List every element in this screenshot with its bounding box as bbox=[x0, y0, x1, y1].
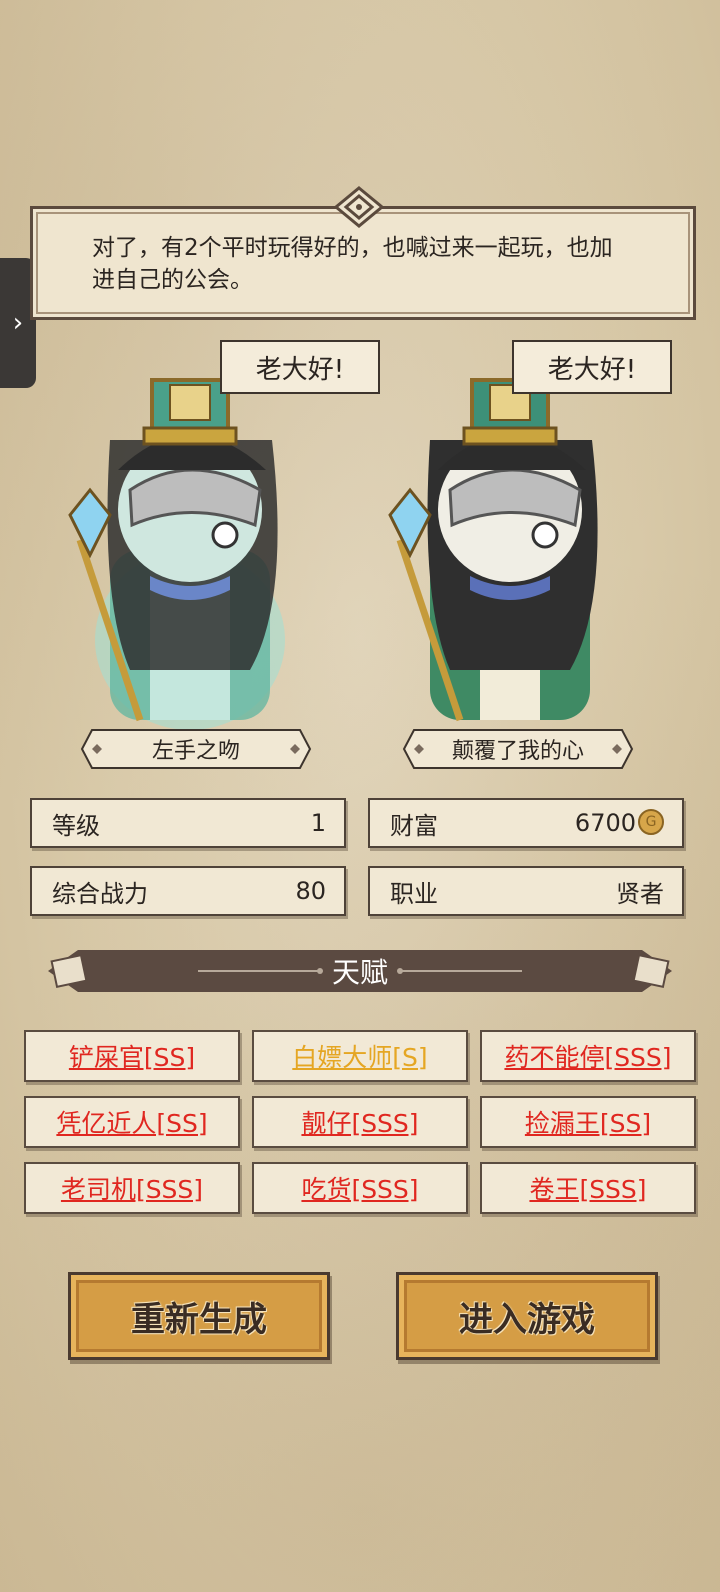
stat-level-label: 等级 bbox=[52, 811, 100, 840]
talent-item[interactable]: 铲屎官[SS] bbox=[24, 1030, 240, 1082]
talent-title: 天赋 bbox=[331, 956, 388, 989]
stat-power-label: 综合战力 bbox=[52, 879, 148, 908]
stat-power-value: 80 bbox=[295, 877, 326, 905]
talent-item[interactable]: 靓仔[SSS] bbox=[252, 1096, 468, 1148]
talent-item[interactable]: 捡漏王[SS] bbox=[480, 1096, 696, 1148]
speech-bubble-right: 老大好! bbox=[512, 340, 672, 394]
diamond-ornament-icon bbox=[333, 186, 385, 228]
stat-level: 等级 1 bbox=[30, 798, 346, 848]
talent-item[interactable]: 凭亿近人[SS] bbox=[24, 1096, 240, 1148]
enter-game-button[interactable]: 进入游戏 bbox=[396, 1272, 658, 1360]
stat-wealth-label: 财富 bbox=[390, 811, 438, 840]
stat-wealth: 财富 6700 G bbox=[368, 798, 684, 848]
dialog-text: 对了，有2个平时玩得好的，也喊过来一起玩，也加进自己的公会。 bbox=[92, 235, 613, 293]
character-name-right: 颠覆了我的心 bbox=[392, 728, 644, 770]
talent-item[interactable]: 老司机[SSS] bbox=[24, 1162, 240, 1214]
stat-job-value: 贤者 bbox=[616, 879, 664, 908]
character-right-portrait bbox=[388, 378, 598, 722]
stat-power: 综合战力 80 bbox=[30, 866, 346, 916]
chevron-right-icon: › bbox=[12, 308, 24, 338]
stat-wealth-value: 6700 bbox=[574, 809, 636, 837]
talent-item[interactable]: 白嫖大师[S] bbox=[252, 1030, 468, 1082]
character-left-portrait bbox=[68, 378, 285, 730]
talent-item[interactable]: 吃货[SSS] bbox=[252, 1162, 468, 1214]
stat-wealth-value-wrap: 6700 G bbox=[575, 809, 664, 837]
talent-item[interactable]: 药不能停[SSS] bbox=[480, 1030, 696, 1082]
stat-level-value: 1 bbox=[310, 809, 326, 837]
character-name-left: 左手之吻 bbox=[70, 728, 322, 770]
regenerate-button[interactable]: 重新生成 bbox=[68, 1272, 330, 1360]
talent-item[interactable]: 卷王[SSS] bbox=[480, 1162, 696, 1214]
speech-bubble-left: 老大好! bbox=[220, 340, 380, 394]
stat-job-label: 职业 bbox=[390, 879, 438, 908]
gold-coin-icon: G bbox=[638, 809, 664, 835]
stat-job: 职业 贤者 bbox=[368, 866, 684, 916]
